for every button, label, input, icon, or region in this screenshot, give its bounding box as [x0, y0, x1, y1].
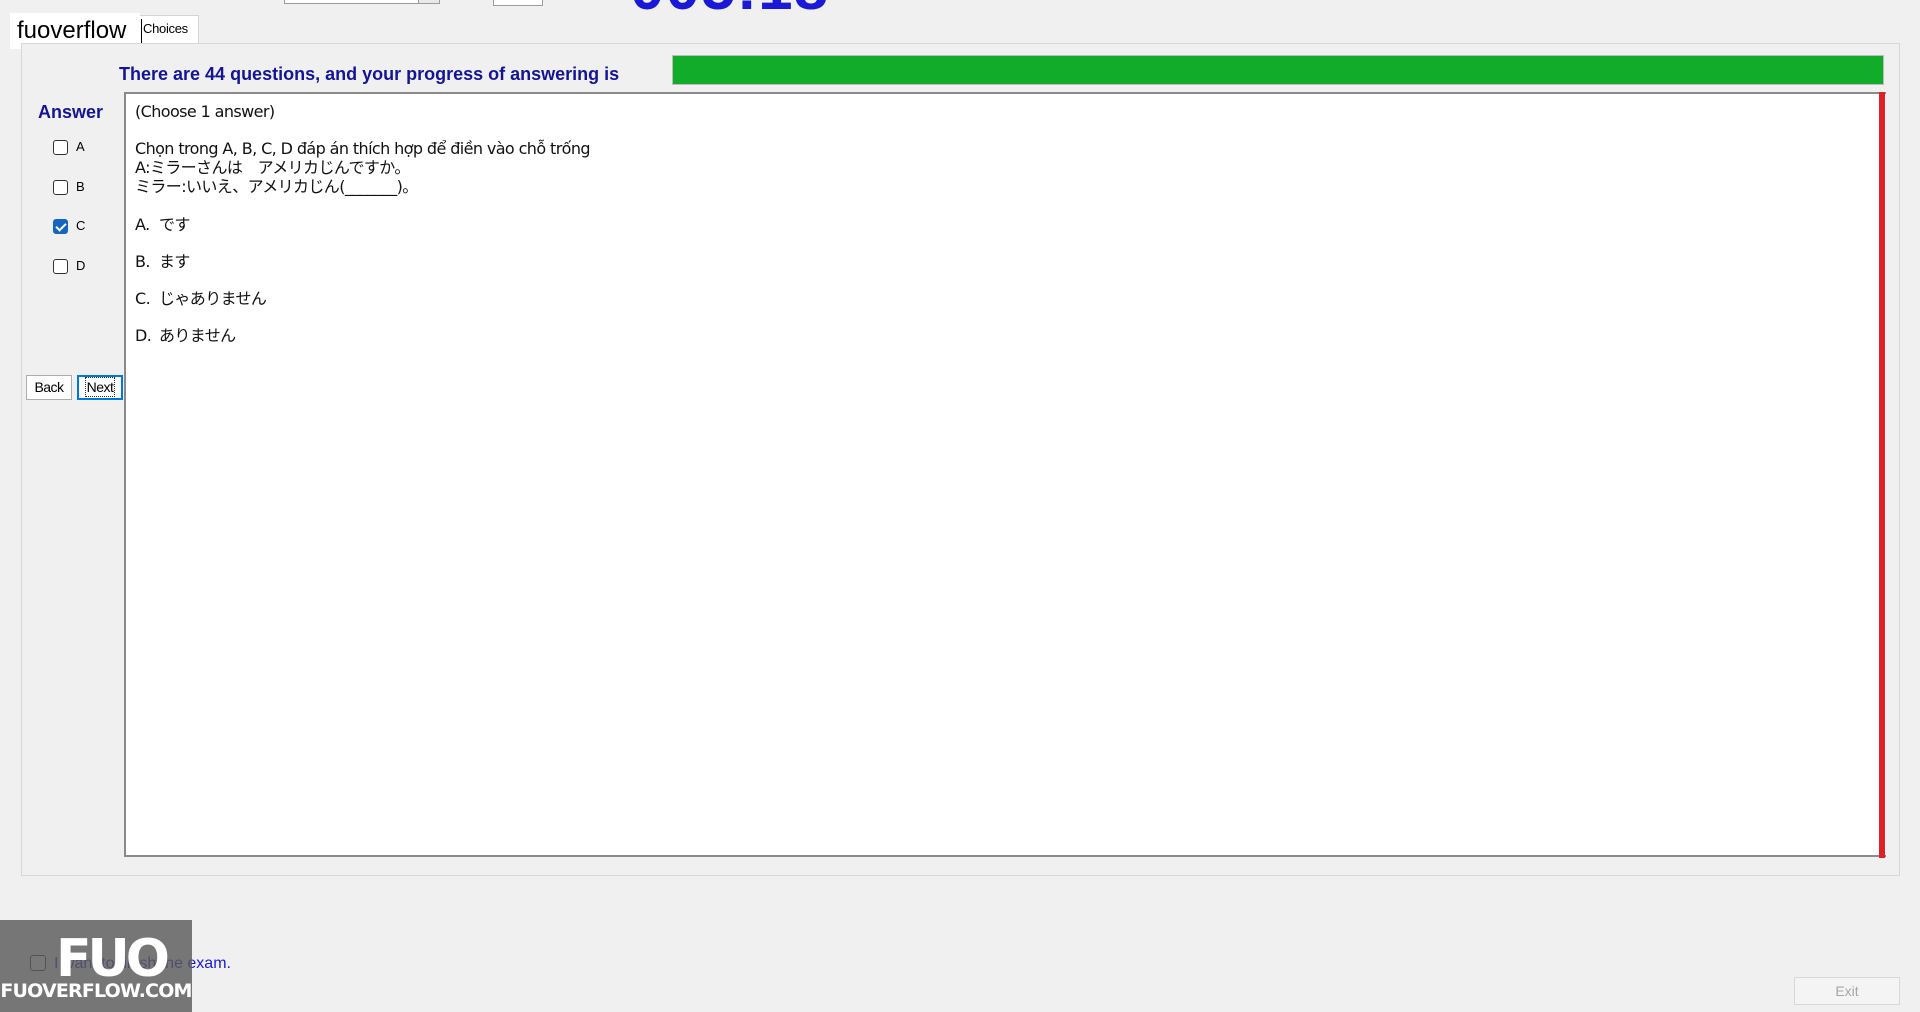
question-line: Chọn trong A, B, C, D đáp án thích hợp đ…	[135, 139, 591, 158]
choice-text: ありません	[159, 326, 236, 345]
choice-letter: D.	[135, 326, 152, 345]
choice-text: です	[159, 215, 190, 234]
watermark-logo-badge: FUO FUOVERFLOW.COM	[0, 920, 192, 1012]
back-button[interactable]: Back	[26, 375, 72, 400]
question-box-scroll-edge	[1879, 92, 1885, 858]
progress-bar-fill	[673, 56, 1883, 84]
choice-item: B. ます	[135, 243, 1877, 280]
back-button-label: Back	[34, 379, 64, 395]
choice-text: ます	[159, 252, 190, 271]
answer-option-a[interactable]: A	[53, 137, 85, 157]
watermark-site-text: FUOVERFLOW.COM	[0, 980, 192, 1002]
answer-option-d[interactable]: D	[53, 256, 85, 276]
checkbox-d[interactable]	[53, 258, 68, 274]
font-size-stepper[interactable]	[493, 0, 543, 6]
choice-letter: A.	[135, 215, 150, 234]
choice-text: じゃありません	[159, 289, 267, 308]
answer-option-label: B	[76, 179, 85, 194]
answer-option-c[interactable]: C	[53, 216, 85, 236]
choice-item: D. ありません	[135, 317, 1877, 354]
exit-button[interactable]: Exit	[1794, 977, 1900, 1005]
progress-bar	[672, 55, 1884, 85]
exam-code-combobox[interactable]	[284, 0, 440, 4]
answer-option-label: C	[76, 218, 86, 233]
combobox-dropdown-arrow[interactable]	[418, 0, 439, 3]
answer-option-b[interactable]: B	[53, 177, 85, 197]
checkbox-c[interactable]	[53, 218, 68, 234]
progress-label: There are 44 questions, and your progres…	[119, 64, 620, 84]
choice-item: C. じゃありません	[135, 280, 1877, 317]
text-caret	[141, 19, 142, 45]
tab-choices[interactable]: Choices	[138, 15, 199, 43]
next-button-label: Next	[84, 377, 116, 397]
checkbox-a[interactable]	[53, 139, 68, 155]
question-content-box[interactable]: (Choose 1 answer) Chọn trong A, B, C, D …	[124, 92, 1886, 857]
countdown-timer: 005:18	[630, 0, 829, 14]
next-button[interactable]: Next	[77, 375, 123, 400]
checkbox-b[interactable]	[53, 179, 68, 195]
answer-option-label: D	[76, 258, 86, 273]
answer-heading: Answer	[38, 102, 104, 122]
question-line: A:ミラーさんは アメリカじんですか。	[135, 158, 410, 177]
watermark-logo-icon: FUO	[56, 929, 170, 989]
watermark-label-text: fuoverflow	[17, 17, 127, 44]
choice-letter: C.	[135, 289, 151, 308]
answer-option-label: A	[76, 139, 85, 154]
question-line: ミラー:いいえ、アメリカじん(_______)。	[135, 177, 418, 196]
choice-item: A. です	[135, 206, 1877, 243]
choice-letter: B.	[135, 252, 150, 271]
question-instruction: (Choose 1 answer)	[135, 102, 275, 121]
